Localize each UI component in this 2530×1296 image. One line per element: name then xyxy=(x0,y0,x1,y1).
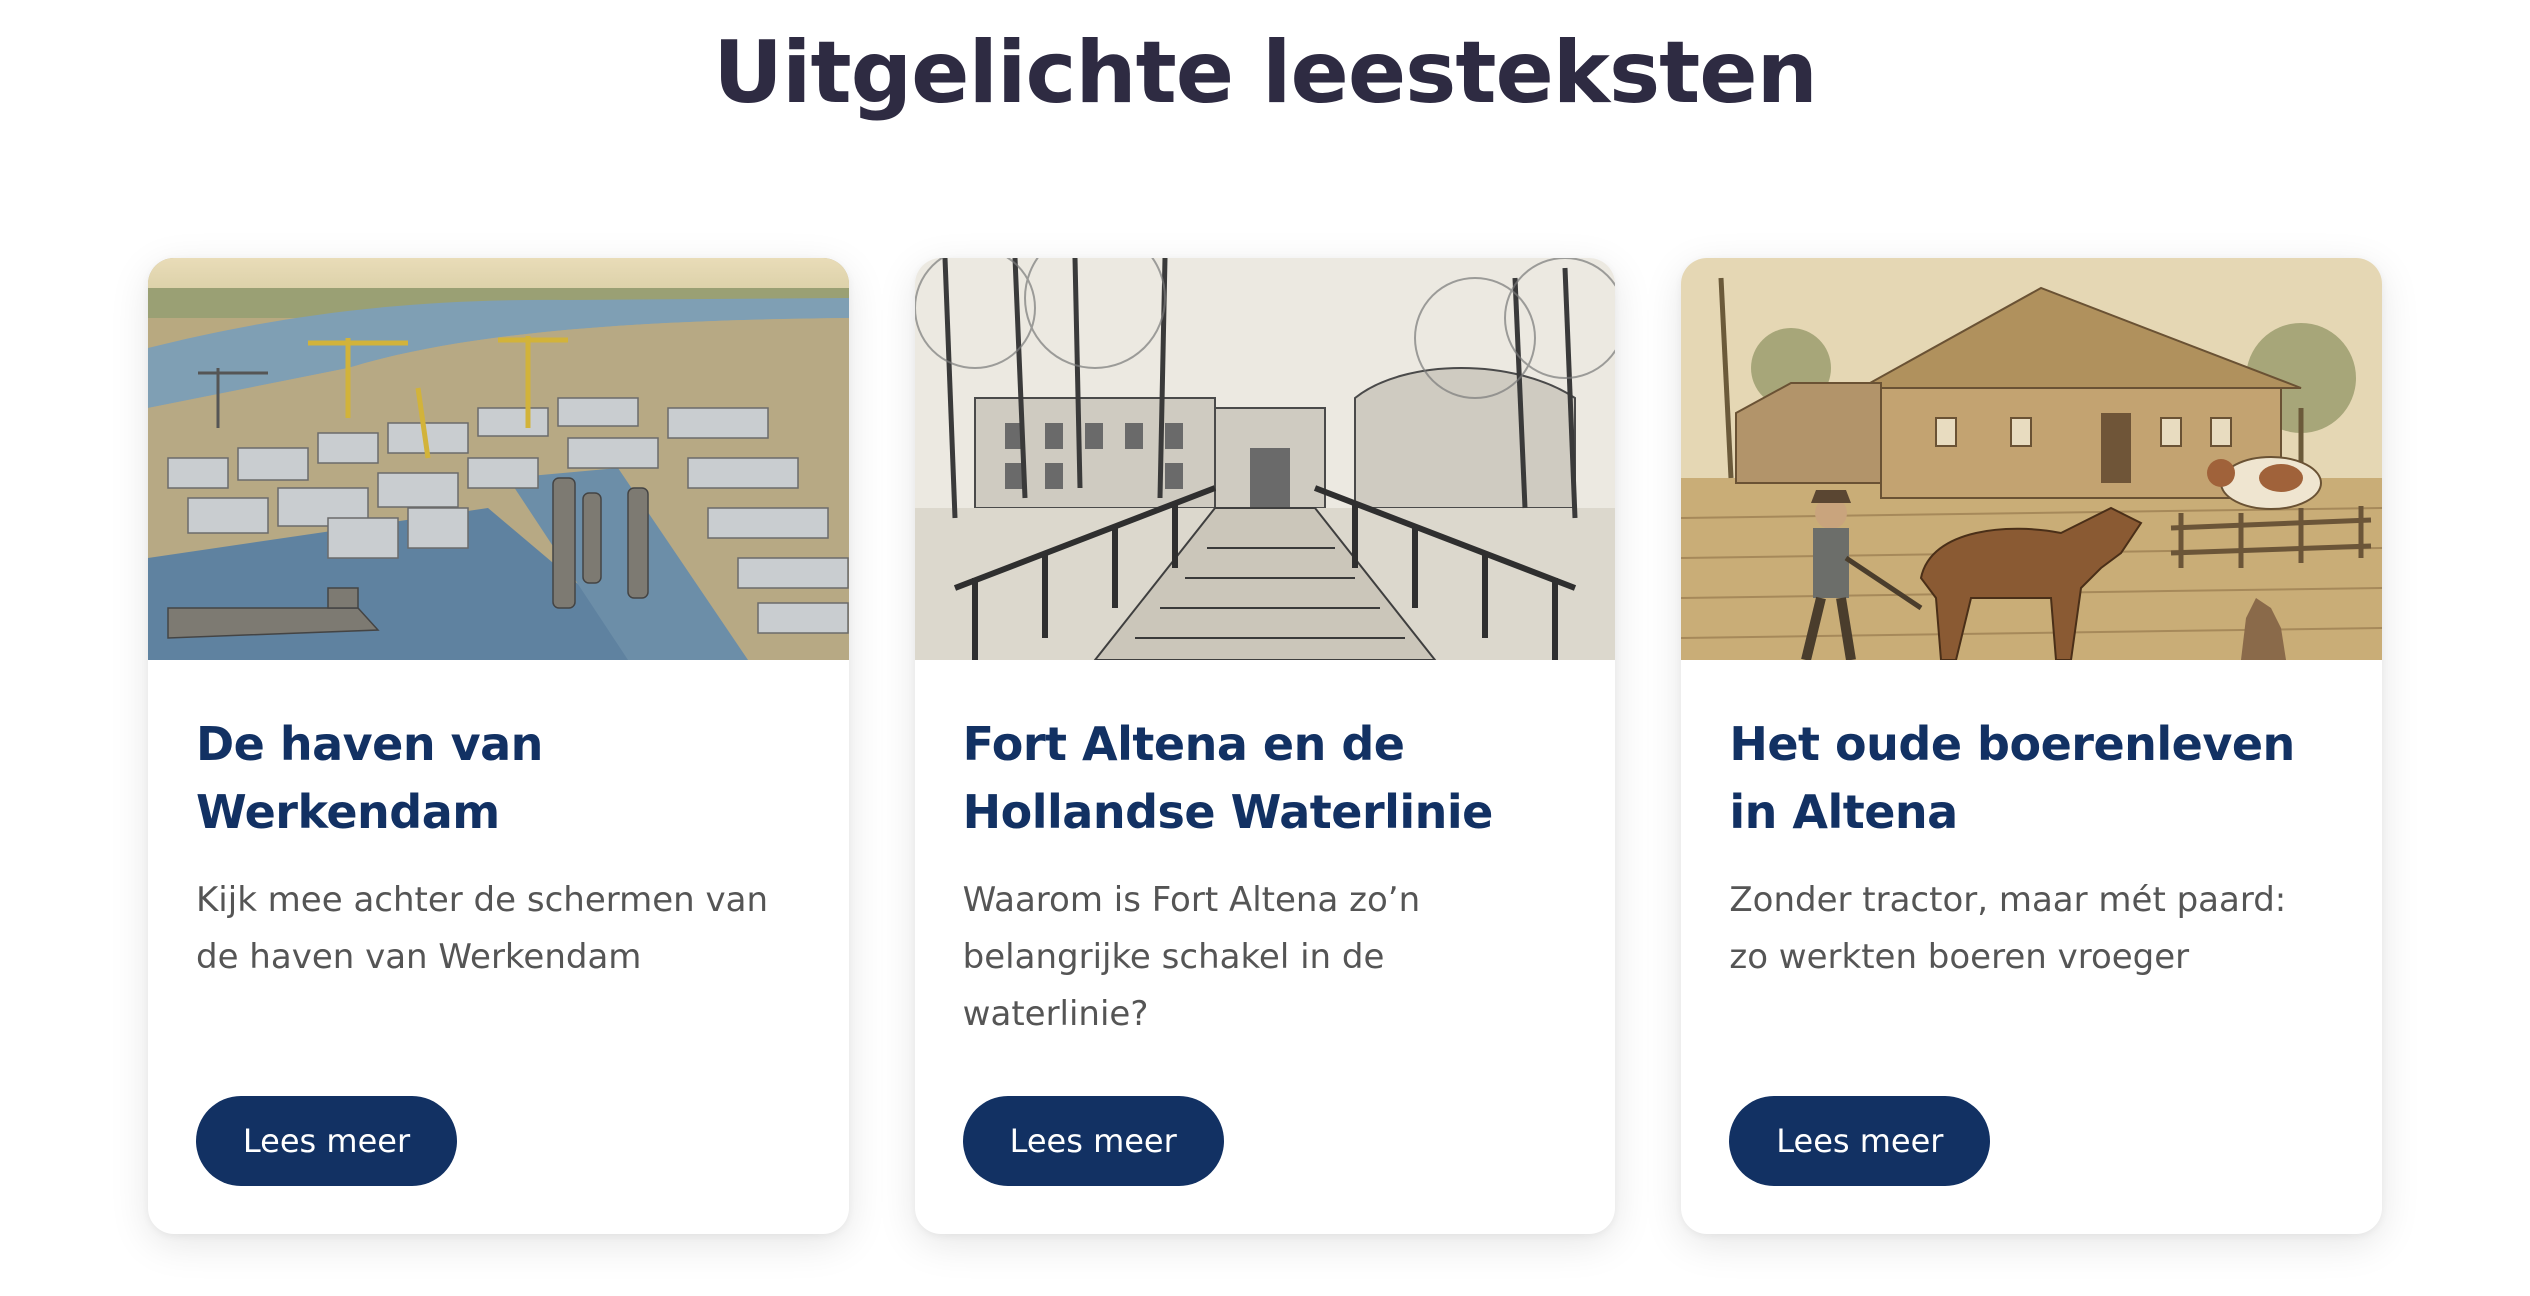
read-more-button[interactable]: Lees meer xyxy=(1729,1096,1991,1186)
card-title[interactable]: Fort Altena en de Hollandse Waterlinie xyxy=(963,710,1568,846)
card-description: Zonder tractor, maar mét paard: zo werkt… xyxy=(1729,880,2287,977)
card-boerenleven: Het oude boerenleven in Altena Zonder tr… xyxy=(1681,258,2383,1234)
farm-illustration[interactable] xyxy=(1681,258,2383,660)
card-description: Waarom is Fort Altena zo’n belangrijke s… xyxy=(962,880,1421,1034)
featured-cards: De haven van Werkendam Kijk mee achter d… xyxy=(148,258,2383,1234)
card-title[interactable]: Het oude boerenleven in Altena xyxy=(1729,710,2334,846)
read-more-button[interactable]: Lees meer xyxy=(962,1096,1224,1186)
section-title: Uitgelichte leesteksten xyxy=(713,23,1818,123)
fort-bridge-sketch[interactable] xyxy=(914,258,1616,660)
card-description: Kijk mee achter de schermen van de haven… xyxy=(196,880,769,977)
card-fort-altena: Fort Altena en de Hollandse Waterlinie W… xyxy=(914,258,1616,1234)
card-title[interactable]: De haven van Werkendam xyxy=(196,710,801,846)
card-haven-werkendam: De haven van Werkendam Kijk mee achter d… xyxy=(148,258,849,1234)
read-more-button[interactable]: Lees meer xyxy=(196,1096,457,1186)
harbor-illustration[interactable] xyxy=(148,258,849,660)
